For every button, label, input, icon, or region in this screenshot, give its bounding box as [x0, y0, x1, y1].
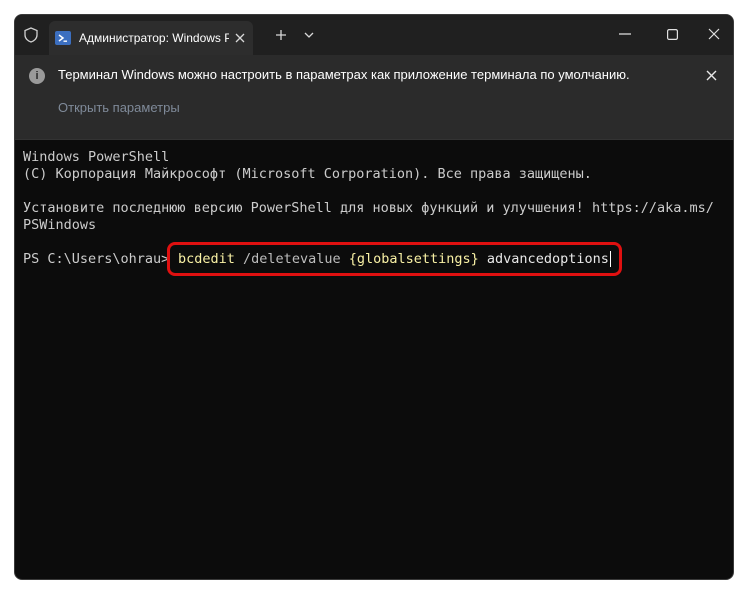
shell-prompt: PS C:\Users\ohrau>	[23, 251, 170, 267]
maximize-icon[interactable]	[657, 21, 687, 47]
close-icon[interactable]	[231, 29, 249, 47]
close-icon[interactable]	[701, 65, 721, 85]
shield-icon	[21, 25, 41, 45]
info-message: Терминал Windows можно настроить в парам…	[58, 67, 630, 82]
terminal-output[interactable]: Windows PowerShell (C) Корпорация Майкро…	[15, 140, 733, 579]
terminal-window: Администратор: Windows Pc i Терминал Win…	[14, 14, 734, 580]
command-value: advancedoptions	[486, 251, 609, 267]
minimize-icon[interactable]	[610, 21, 640, 47]
command-argument: {globalsettings}	[348, 251, 479, 267]
info-icon: i	[29, 68, 45, 84]
powershell-icon	[55, 31, 71, 45]
plus-icon[interactable]	[271, 25, 291, 45]
text-cursor	[609, 251, 611, 267]
chevron-down-icon[interactable]	[299, 25, 319, 45]
info-bar: i Терминал Windows можно настроить в пар…	[15, 55, 733, 140]
open-settings-link[interactable]: Открыть параметры	[58, 100, 180, 115]
command-parameter: /deletevalue	[243, 251, 341, 267]
terminal-line: PSWindows	[23, 217, 97, 233]
command-line[interactable]: bcdedit /deletevalue {globalsettings} ad…	[178, 250, 611, 268]
tab-title: Администратор: Windows Pc	[79, 31, 229, 45]
tab-powershell[interactable]: Администратор: Windows Pc	[49, 21, 253, 55]
terminal-line: (C) Корпорация Майкрософт (Microsoft Cor…	[23, 166, 592, 182]
title-bar: Администратор: Windows Pc	[15, 15, 733, 55]
terminal-line: Windows PowerShell	[23, 149, 170, 165]
close-window-icon[interactable]	[699, 21, 729, 47]
terminal-line: Установите последнюю версию PowerShell д…	[23, 200, 714, 216]
command-name: bcdedit	[178, 251, 235, 267]
